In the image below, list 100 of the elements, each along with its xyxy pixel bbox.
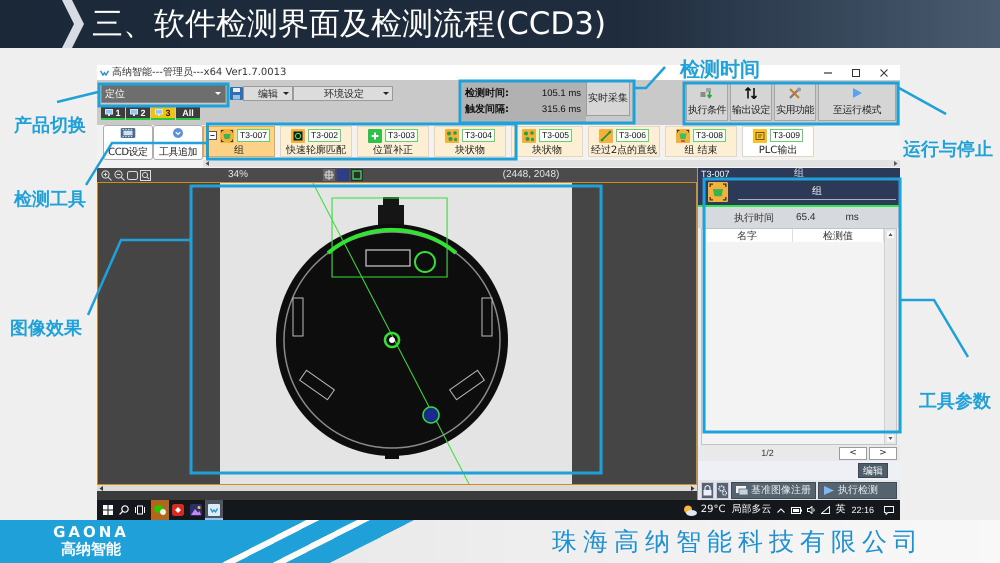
dots-icon (445, 128, 460, 142)
square-tool-icon[interactable] (351, 169, 363, 181)
callout-label: 检测时间 (680, 59, 760, 80)
tool-type-label: 组 (794, 168, 804, 179)
mountain-icon (190, 504, 202, 516)
tool-item[interactable]: T3-009 PLC输出 (742, 126, 814, 157)
leader-line (901, 298, 970, 358)
temperature: 29°C (700, 504, 726, 516)
dots-icon (522, 128, 536, 142)
tool-item[interactable]: T3-008 组 结束 (665, 126, 737, 157)
taskbar-app-button[interactable] (205, 500, 223, 520)
column-header: 检测值 (793, 229, 884, 242)
previous-page-button[interactable]: < (839, 446, 867, 460)
window-title: 高纳智能---管理员---x64 Ver1.7.0013 (112, 66, 286, 78)
office-app-icon (172, 504, 184, 516)
play-icon (850, 87, 864, 99)
tool-item[interactable]: T3-002 快速轮廓匹配 (280, 126, 352, 157)
exec-time-label: 执行时间 (734, 212, 774, 224)
zoom-in-icon[interactable] (101, 170, 112, 180)
zoom-icon[interactable] (140, 170, 151, 180)
monitor-icon (130, 109, 138, 116)
callout-label: 检测工具 (14, 189, 86, 210)
fit-view-icon[interactable] (127, 170, 138, 180)
callout-label: 图像效果 (10, 318, 82, 339)
chevron-up-icon[interactable] (777, 508, 786, 512)
save-icon[interactable] (230, 87, 243, 100)
camera-tab[interactable]: 3 (151, 107, 175, 120)
tool-item[interactable]: T3-006 经过2点的直线 (588, 126, 660, 157)
line-icon (599, 128, 614, 142)
utilities-button[interactable]: 实用功能 (774, 83, 816, 121)
input-method-indicator[interactable]: 英 (835, 504, 846, 516)
output-settings-button[interactable]: 输出设定 (730, 83, 772, 121)
tool-item[interactable]: T3-004 块状物 (434, 126, 506, 157)
search-icon[interactable] (119, 505, 129, 515)
horizontal-scrollbar[interactable] (203, 160, 900, 167)
start-icon[interactable] (103, 505, 113, 515)
horizontal-scrollbar[interactable] (97, 485, 697, 491)
minimize-icon[interactable] (824, 72, 832, 74)
tool-id: T3-009 (770, 129, 803, 142)
signal-icon[interactable] (821, 506, 830, 514)
leader-line (898, 86, 947, 116)
leader-line (635, 66, 666, 90)
camera-tab[interactable]: All (176, 107, 200, 120)
exec-time-unit: ms (845, 212, 859, 223)
live-capture-button[interactable]: 实时采集 (586, 80, 630, 116)
tool-id: T3-004 (462, 129, 495, 142)
run-mode-button[interactable]: 至运行模式 (818, 83, 896, 121)
conditions-button[interactable]: 执行条件 (686, 83, 728, 121)
monitor-icon (155, 109, 164, 116)
zoom-out-icon[interactable] (114, 170, 125, 180)
vertical-scrollbar[interactable] (884, 229, 896, 444)
chevron-icon (62, 0, 84, 48)
maximize-icon[interactable] (852, 68, 860, 76)
close-icon[interactable] (880, 68, 888, 76)
scroll-left-icon[interactable] (205, 161, 210, 166)
menu-dropdown[interactable]: 编辑 (243, 86, 293, 101)
tool-id: T3-005 (539, 129, 572, 142)
notification-icon[interactable] (884, 506, 894, 514)
task-view-icon[interactable] (135, 505, 145, 515)
plus-icon (368, 128, 382, 142)
lock-button[interactable] (701, 482, 714, 498)
scroll-up-icon[interactable] (887, 231, 894, 238)
camera-tab[interactable]: 1 (101, 107, 125, 120)
tool-item[interactable]: T3-005 块状物 (511, 126, 583, 157)
camera-tab[interactable]: 2 (126, 107, 150, 120)
chat-bubbles-icon (154, 504, 166, 516)
collapse-icon[interactable] (208, 131, 218, 140)
settings-button[interactable] (716, 482, 729, 498)
up-down-arrows-icon (744, 87, 758, 99)
scroll-down-icon[interactable] (887, 435, 894, 442)
cart-icon (676, 128, 690, 142)
tool-id: T3-002 (308, 129, 341, 142)
monitor-icon (105, 109, 114, 116)
crosshair-icon[interactable] (323, 169, 335, 181)
menu-dropdown[interactable]: 环境设定 (293, 86, 393, 101)
register-image-button[interactable]: 基准图像注册 (731, 482, 816, 498)
scroll-right-icon[interactable] (893, 161, 898, 166)
cart-icon (220, 128, 234, 142)
company-name: 珠海高纳智能科技有限公司 (552, 526, 924, 556)
caret-icon (215, 92, 221, 95)
column-header: 名字 (702, 229, 793, 242)
run-inspection-button[interactable]: 执行检测 (818, 482, 897, 498)
next-page-button[interactable]: > (869, 446, 897, 460)
add-tool-button[interactable]: 工具追加 (153, 125, 203, 160)
timing-label: 触发间隔: (465, 104, 509, 116)
battery-icon[interactable] (791, 506, 802, 514)
tool-name-field[interactable]: 组 (738, 184, 896, 200)
play-icon (823, 486, 835, 494)
tool-item[interactable]: T3-003 位置补正 (357, 126, 429, 157)
callout-label: 运行与停止 (903, 139, 993, 160)
ccd-settings-button[interactable]: CCD设定 (103, 125, 153, 160)
exec-time-value: 65.4 (796, 212, 816, 223)
chip-icon (753, 128, 768, 142)
volume-icon[interactable] (807, 506, 816, 514)
tool-item[interactable]: T3-007 组 (203, 126, 275, 157)
timing-label: 检测时间: (465, 88, 509, 100)
lock-icon (703, 484, 712, 496)
logo-name: 高纳智能 (61, 540, 121, 558)
edit-button[interactable]: 编辑 (858, 463, 888, 478)
clock[interactable]: 22:16 (851, 504, 874, 516)
